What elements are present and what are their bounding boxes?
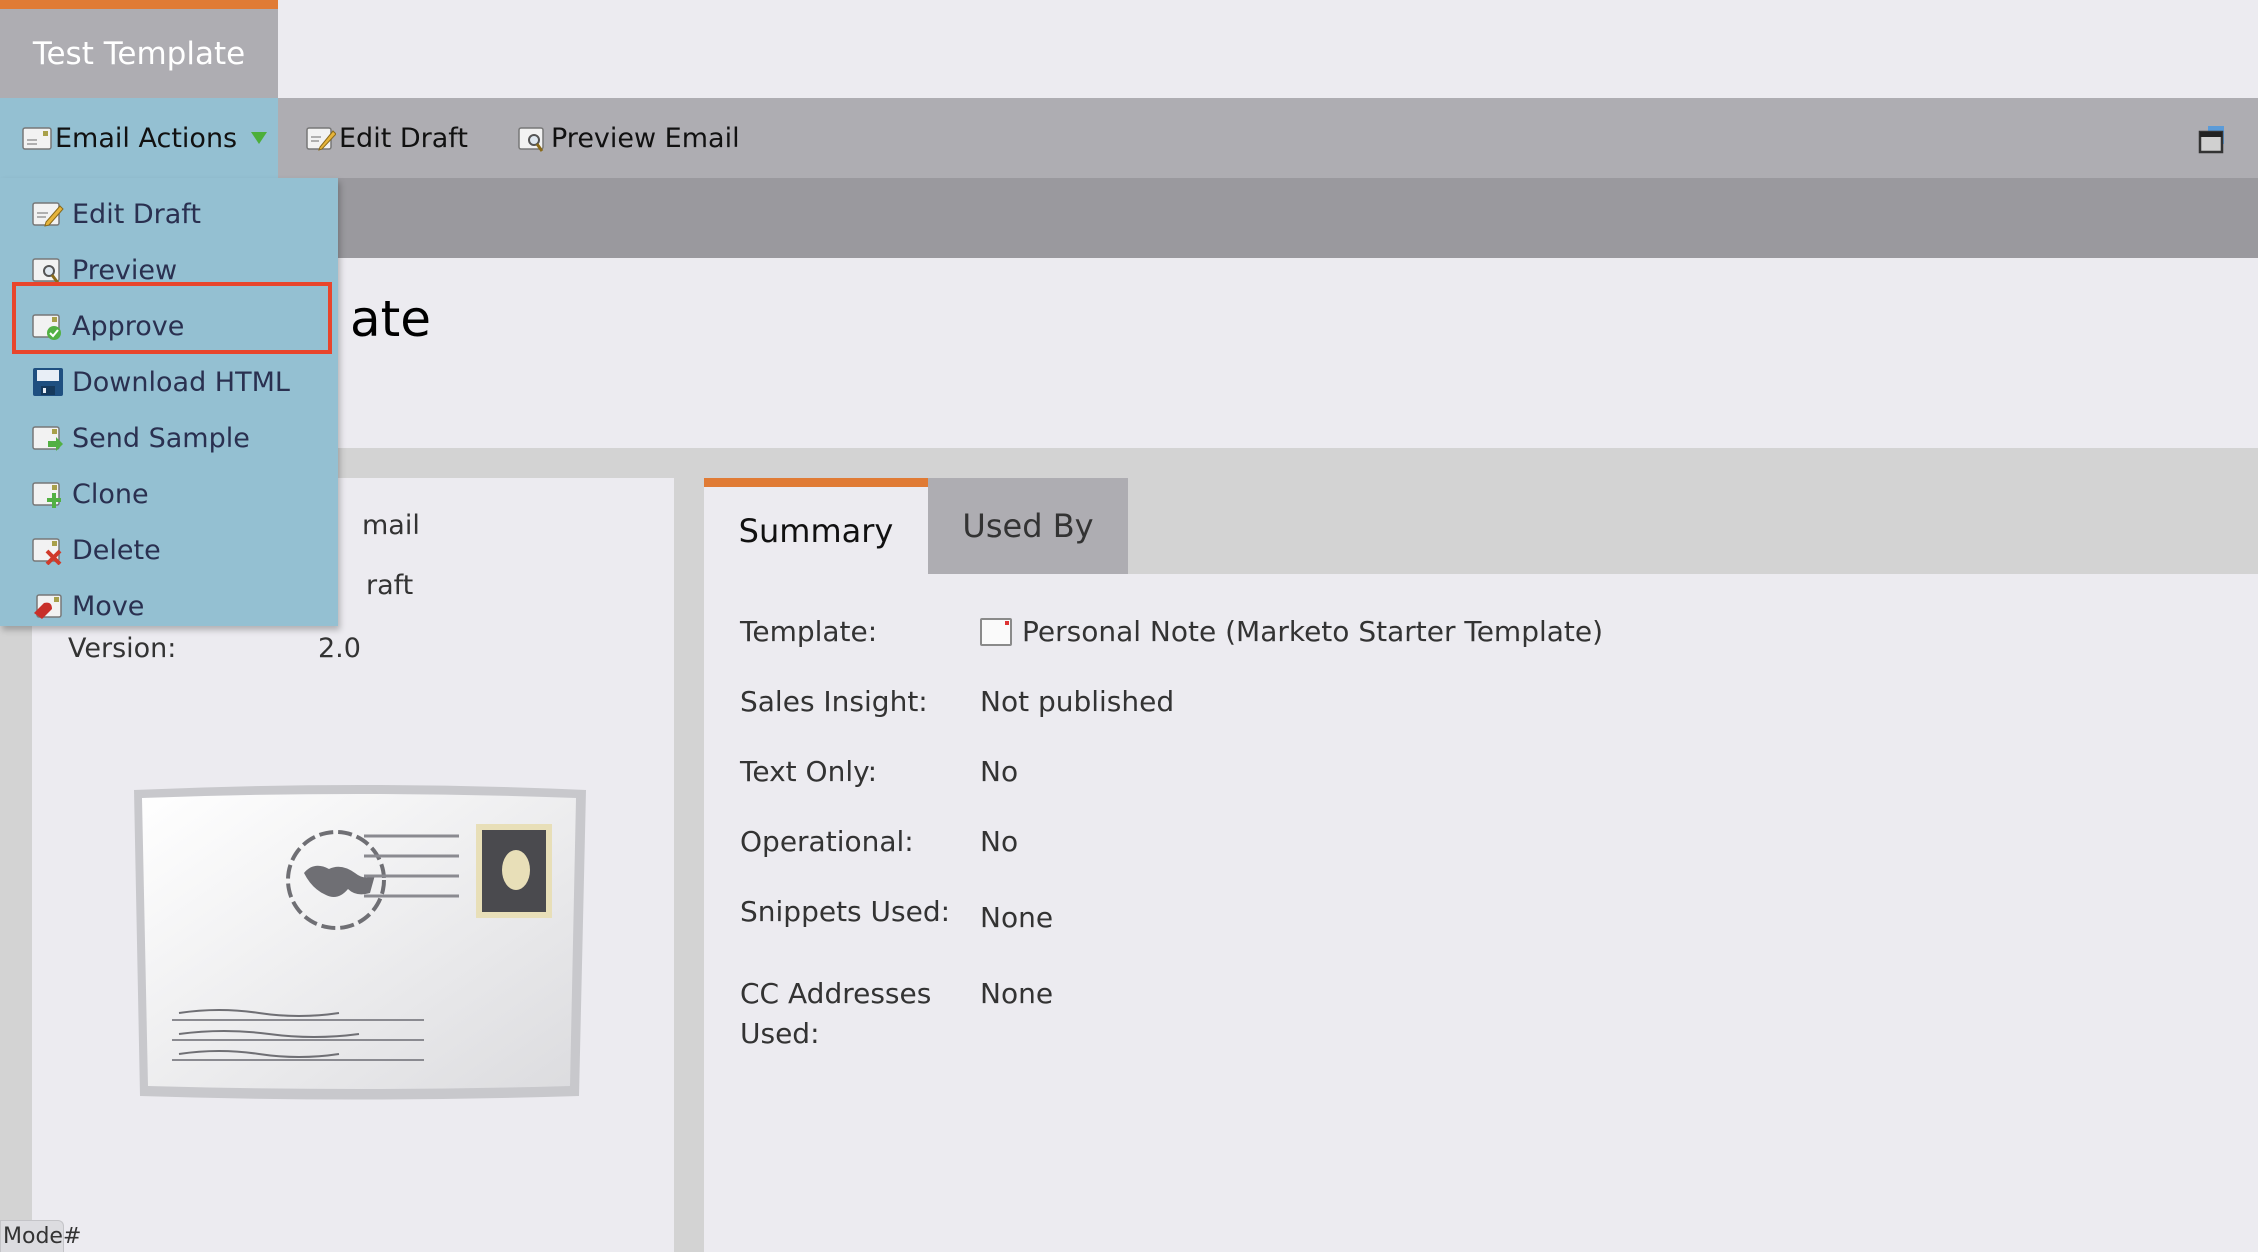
- cc-addresses-value: None: [980, 977, 1054, 1010]
- menu-item-delete[interactable]: Delete: [0, 522, 338, 578]
- edit-draft-label: Edit Draft: [339, 122, 468, 154]
- approve-icon: [32, 311, 64, 341]
- send-sample-icon: [32, 423, 64, 453]
- menu-item-move[interactable]: Move: [0, 578, 338, 634]
- email-actions-menu: Edit Draft Preview Approve Download HTML…: [0, 178, 338, 626]
- summary-panel: Template: Personal Note (Marketo Starter…: [704, 574, 2258, 1252]
- preview-icon: [32, 255, 64, 285]
- operational-value: No: [980, 825, 1019, 858]
- email-icon: [22, 125, 52, 151]
- delete-icon: [32, 535, 64, 566]
- clone-icon: [32, 479, 64, 509]
- menu-item-label: Preview: [72, 254, 178, 286]
- detail-tabs: Summary Used By: [704, 478, 1128, 574]
- menu-item-label: Send Sample: [72, 422, 250, 454]
- menu-item-label: Approve: [72, 310, 185, 342]
- menu-item-label: Move: [72, 590, 145, 622]
- operational-label: Operational:: [740, 825, 914, 858]
- cc-addresses-label: CC Addresses Used:: [740, 974, 980, 1054]
- asset-title: ate: [350, 290, 432, 348]
- summary-row-template: Template: Personal Note (Marketo Starter…: [740, 612, 1603, 652]
- template-icon: [980, 618, 1012, 646]
- document-tab-strip: Test Template: [0, 0, 2258, 98]
- snippets-label: Snippets Used:: [740, 895, 951, 928]
- summary-row-cc-addresses: CC Addresses Used: None: [740, 974, 1053, 1054]
- edit-draft-icon: [306, 125, 337, 151]
- template-name[interactable]: Personal Note (Marketo Starter Template): [1022, 612, 1603, 652]
- chevron-down-icon: [251, 132, 268, 144]
- summary-row-text-only: Text Only: No: [740, 752, 1018, 792]
- cc-label-line1: CC Addresses: [740, 977, 932, 1010]
- email-actions-button[interactable]: Email Actions: [0, 98, 278, 178]
- tab-used-by-label: Used By: [962, 507, 1094, 545]
- snippets-value: None: [980, 901, 1054, 934]
- move-icon: [32, 591, 64, 621]
- summary-row-sales-insight: Sales Insight: Not published: [740, 682, 1174, 722]
- cc-label-line2: Used:: [740, 1017, 820, 1050]
- toolbar: Email Actions Edit Draft Preview Email: [0, 98, 2258, 178]
- info-value: mail: [362, 510, 420, 541]
- menu-item-approve[interactable]: Approve: [0, 298, 338, 354]
- summary-row-snippets: Snippets Used: None: [740, 892, 1053, 938]
- document-tab-test-template[interactable]: Test Template: [0, 0, 278, 98]
- menu-item-label: Edit Draft: [72, 198, 201, 230]
- edit-draft-button[interactable]: Edit Draft: [306, 98, 468, 178]
- mode-indicator[interactable]: Mode#: [0, 1220, 81, 1252]
- menu-item-preview[interactable]: Preview: [0, 242, 338, 298]
- asset-header: ate: [0, 258, 2258, 448]
- menu-item-label: Delete: [72, 534, 161, 566]
- floppy-disk-icon: [32, 367, 64, 397]
- tab-summary-label: Summary: [738, 511, 894, 550]
- menu-item-send-sample[interactable]: Send Sample: [0, 410, 338, 466]
- menu-item-label: Download HTML: [72, 366, 290, 398]
- menu-item-edit-draft[interactable]: Edit Draft: [0, 186, 338, 242]
- template-value[interactable]: Personal Note (Marketo Starter Template): [980, 612, 1603, 652]
- tab-used-by[interactable]: Used By: [928, 478, 1128, 574]
- summary-row-operational: Operational: No: [740, 822, 1018, 862]
- email-actions-label: Email Actions: [55, 122, 238, 154]
- sales-insight-label: Sales Insight:: [740, 685, 928, 718]
- menu-item-clone[interactable]: Clone: [0, 466, 338, 522]
- version-value: 2.0: [318, 633, 361, 664]
- template-label: Template:: [740, 615, 878, 648]
- text-only-value: No: [980, 755, 1019, 788]
- edit-draft-icon: [32, 199, 64, 229]
- info-value: raft: [366, 570, 414, 601]
- sales-insight-value: Not published: [980, 685, 1175, 718]
- tab-summary[interactable]: Summary: [704, 478, 928, 574]
- preview-email-label: Preview Email: [551, 122, 740, 154]
- menu-item-label: Clone: [72, 478, 149, 510]
- preview-icon: [518, 125, 548, 152]
- version-label: Version:: [68, 633, 177, 664]
- text-only-label: Text Only:: [740, 755, 878, 788]
- menu-item-download-html[interactable]: Download HTML: [0, 354, 338, 410]
- restore-window-icon[interactable]: [2198, 124, 2228, 154]
- document-tab-label: Test Template: [32, 35, 246, 72]
- preview-email-button[interactable]: Preview Email: [518, 98, 740, 178]
- email-thumbnail-envelope: [124, 778, 594, 1108]
- sub-toolbar: [0, 178, 2258, 258]
- info-row-version: Version: 2.0: [68, 633, 361, 664]
